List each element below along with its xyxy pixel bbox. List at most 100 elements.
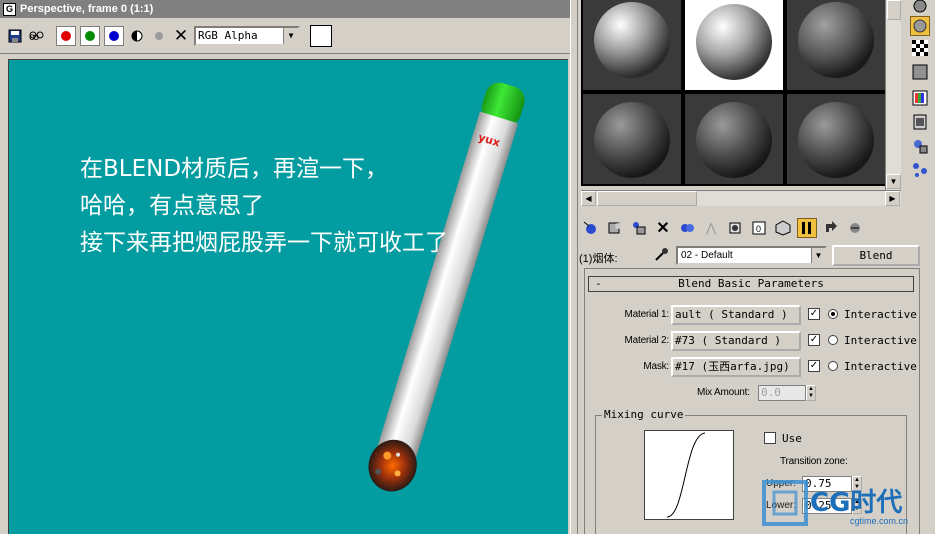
mask-interactive-radio[interactable]	[828, 361, 838, 371]
mix-amount-spinner[interactable]: ▲ ▼	[806, 385, 816, 401]
material-side-toolbar	[905, 0, 935, 210]
mixing-curve-title: Mixing curve	[602, 408, 686, 421]
watermark-url: cgtime.com.cn	[850, 516, 909, 526]
sample-slot-5[interactable]	[685, 94, 783, 184]
sample-type-icon[interactable]	[910, 0, 930, 16]
clear-close-icon[interactable]: ✕	[172, 26, 190, 45]
mask-row: Mask: #17 (玉西arfa.jpg) ✓ Interactive	[585, 356, 921, 378]
render-frame-window: G Perspective, frame 0 (1:1) ꝏ ✕ RGB Alp…	[0, 0, 572, 534]
scroll-down-icon[interactable]: ▼	[886, 174, 901, 189]
use-curve-label: Use	[782, 432, 802, 445]
scroll-thumb[interactable]	[887, 0, 901, 20]
sample-slots-grid	[581, 0, 885, 186]
get-material-icon[interactable]	[581, 218, 601, 238]
red-channel-icon	[61, 30, 71, 41]
material-1-button[interactable]: ault ( Standard )	[671, 305, 801, 325]
slots-vertical-scrollbar[interactable]: ▼	[885, 0, 901, 190]
material-1-label: Material 1:	[624, 309, 670, 320]
save-bitmap-icon[interactable]	[6, 27, 24, 45]
display-channel-select[interactable]: RGB Alpha ▼	[194, 25, 300, 46]
scroll-right-icon[interactable]: ▶	[885, 191, 900, 206]
render-window-titlebar[interactable]: G Perspective, frame 0 (1:1)	[0, 0, 572, 18]
transition-zone-label: Transition zone:	[780, 456, 848, 467]
reset-map-icon[interactable]: ✕	[653, 218, 673, 238]
material-1-enable-checkbox[interactable]: ✓	[808, 308, 820, 320]
cgtime-watermark: CG时代 cgtime.com.cn	[760, 476, 935, 534]
mix-amount-input[interactable]: 0.0	[758, 385, 806, 401]
chevron-down-icon: ▼	[283, 27, 298, 44]
app-root: G Perspective, frame 0 (1:1) ꝏ ✕ RGB Alp…	[0, 0, 935, 534]
options-icon[interactable]	[910, 136, 930, 156]
svg-text:0: 0	[756, 224, 761, 234]
background-checker-icon[interactable]	[910, 38, 930, 58]
mixing-curve-graph	[644, 430, 734, 520]
blend-basic-parameters-rollout[interactable]: - Blend Basic Parameters	[588, 276, 914, 292]
go-forward-sibling-icon[interactable]	[845, 218, 865, 238]
assign-material-icon[interactable]	[629, 218, 649, 238]
blue-channel-toggle[interactable]	[104, 25, 124, 46]
material-type-button[interactable]: Blend	[832, 245, 920, 266]
window-splitter[interactable]	[570, 0, 578, 534]
caption-line-1: 在BLEND材质后，再渲一下，	[80, 156, 389, 182]
pixel-color-swatch[interactable]	[310, 24, 332, 47]
material-1-interactive-label: Interactive	[844, 308, 917, 321]
sample-slot-4[interactable]	[583, 94, 681, 184]
make-preview-icon[interactable]	[910, 112, 930, 132]
material-name-value: 02 - Default	[681, 250, 733, 261]
rollout-title: Blend Basic Parameters	[678, 277, 824, 290]
display-channel-value: RGB Alpha	[198, 28, 258, 42]
green-channel-toggle[interactable]	[80, 25, 100, 46]
uv-tiling-icon[interactable]	[910, 62, 930, 82]
material-2-enable-checkbox[interactable]: ✓	[808, 334, 820, 346]
material-1-row: Material 1: ault ( Standard ) ✓ Interact…	[585, 304, 921, 326]
chevron-down-icon: ▼	[811, 248, 825, 263]
cigarette-body	[374, 111, 519, 468]
green-channel-icon	[85, 30, 95, 41]
use-curve-checkbox[interactable]	[764, 432, 776, 444]
put-to-library-icon[interactable]	[725, 218, 745, 238]
show-end-result-icon[interactable]	[797, 218, 817, 238]
sample-slot-3[interactable]	[787, 0, 885, 90]
go-to-parent-icon[interactable]	[821, 218, 841, 238]
render-window-title: Perspective, frame 0 (1:1)	[20, 3, 154, 15]
make-unique-icon[interactable]: ⋀	[701, 218, 721, 238]
app-icon: G	[3, 2, 16, 16]
caption-line-2: 哈哈，有点意思了	[80, 193, 264, 219]
show-map-in-viewport-icon[interactable]	[773, 218, 793, 238]
caption-line-3: 接下来再把烟屁股弄一下就可收工了	[80, 230, 448, 256]
mask-enable-checkbox[interactable]: ✓	[808, 360, 820, 372]
mixing-curve-line	[666, 432, 706, 518]
sample-slot-6[interactable]	[787, 94, 885, 184]
red-channel-toggle[interactable]	[56, 25, 76, 46]
mask-map-button[interactable]: #17 (玉西arfa.jpg)	[671, 357, 801, 377]
blue-channel-icon	[109, 30, 119, 41]
material-effects-channel-icon[interactable]: 0	[749, 218, 769, 238]
material-name-select[interactable]: 02 - Default ▼	[676, 246, 827, 265]
pick-material-eyedropper-icon[interactable]	[654, 246, 672, 264]
material-1-interactive-radio[interactable]	[828, 309, 838, 319]
material-2-interactive-label: Interactive	[844, 334, 917, 347]
watermark-brand: CG时代	[810, 488, 903, 518]
make-copy-icon[interactable]	[677, 218, 697, 238]
sample-slot-1[interactable]	[583, 0, 681, 90]
clone-window-icon[interactable]: ꝏ	[28, 27, 46, 45]
material-2-button[interactable]: #73 ( Standard )	[671, 331, 801, 351]
cigarette-render: yux	[368, 82, 525, 492]
material-2-interactive-radio[interactable]	[828, 335, 838, 345]
material-name-row: (1)烟体: 02 - Default ▼ Blend	[578, 244, 935, 266]
monochrome-icon[interactable]	[128, 27, 146, 45]
slots-horizontal-scrollbar[interactable]: ◀ ▶	[581, 190, 901, 206]
video-color-check-icon[interactable]	[910, 88, 930, 108]
mask-interactive-label: Interactive	[844, 360, 917, 373]
alpha-channel-icon[interactable]	[150, 27, 168, 45]
put-to-scene-icon[interactable]	[605, 218, 625, 238]
sample-slot-2-active[interactable]	[685, 0, 783, 90]
scroll-h-thumb[interactable]	[597, 191, 697, 206]
collapse-icon: -	[595, 277, 602, 290]
mix-amount-label: Mix Amount:	[697, 387, 750, 398]
scroll-left-icon[interactable]: ◀	[581, 191, 596, 206]
select-by-material-icon[interactable]	[910, 160, 930, 180]
material-2-row: Material 2: #73 ( Standard ) ✓ Interacti…	[585, 330, 921, 352]
backlight-icon[interactable]	[910, 16, 930, 36]
material-editor: ▼ ◀ ▶ ✕ ⋀ 0 (1)烟体: 02 - Default ▼ Blend …	[578, 0, 935, 534]
